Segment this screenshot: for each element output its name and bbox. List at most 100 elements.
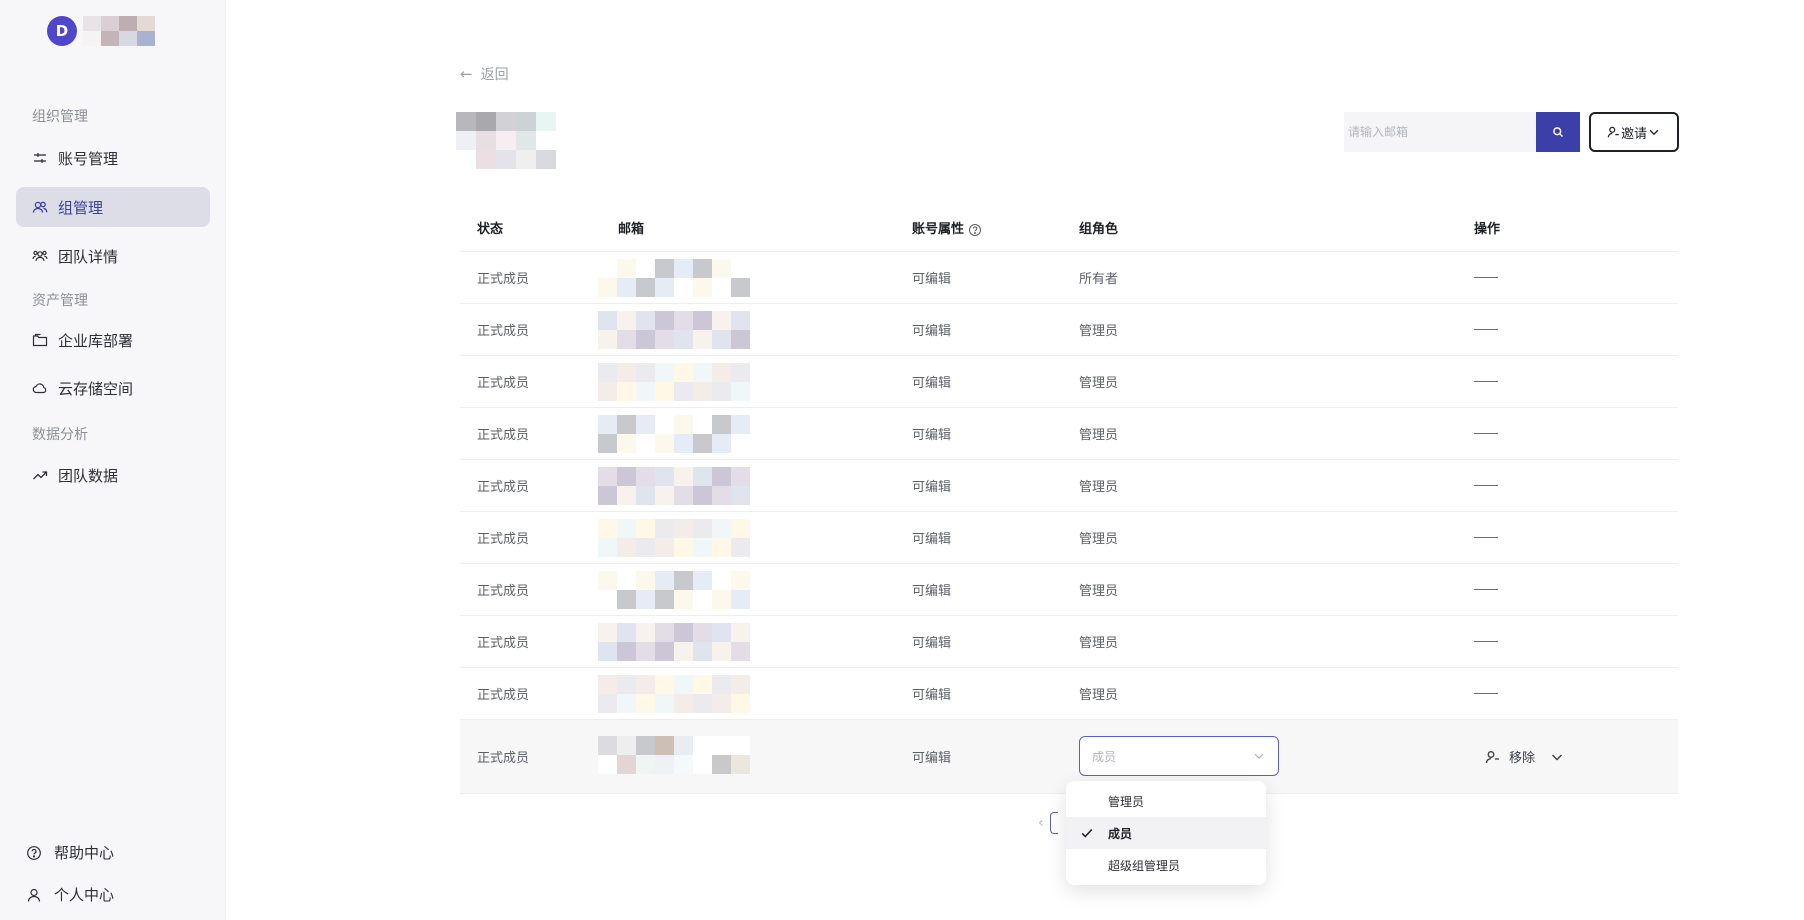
attr-cell: 可编辑 [912,751,952,766]
attr-cell: 可编辑 [912,636,952,651]
back-link[interactable]: ← 返回 [460,64,509,84]
col-operation: 操作 [1474,222,1501,237]
group-label-assets: 资产管理 [32,293,88,309]
personal-center-label: 个人中心 [54,886,115,904]
sidebar-item-groups[interactable]: 组管理 [16,187,210,227]
users-icon [32,199,48,215]
operation-empty [1474,537,1498,538]
status-cell: 正式成员 [477,480,530,495]
sidebar-item-team-detail[interactable]: 团队详情 [16,236,210,276]
table-row[interactable]: 正式成员 可编辑 管理员 [460,408,1678,460]
help-center-label: 帮助中心 [54,844,115,862]
col-role: 组角色 [1079,222,1119,237]
table-row[interactable]: 正式成员 可编辑 管理员 [460,564,1678,616]
table-row[interactable]: 正式成员 可编辑 管理员 [460,304,1678,356]
chevron-down-icon [1254,753,1264,760]
col-status: 状态 [477,222,504,237]
group-label-org: 组织管理 [32,109,88,125]
invite-label: 邀请 [1620,126,1647,142]
remove-user-icon [1485,750,1499,763]
table-header: 状态 邮箱 账号属性 组角色 操作 [460,204,1678,252]
operation-empty [1474,329,1498,330]
attr-cell: 可编辑 [912,480,952,495]
email-redacted [598,616,818,667]
sidebar-item-cloud-storage[interactable]: 云存储空间 [16,368,210,408]
email-redacted [598,564,818,615]
status-cell: 正式成员 [477,688,530,703]
role-cell: 管理员 [1079,532,1119,547]
role-cell: 所有者 [1079,272,1119,287]
prev-page-icon[interactable]: ‹ [1038,815,1044,831]
role-cell: 管理员 [1079,376,1119,391]
personal-center-link[interactable]: 个人中心 [26,884,114,905]
chevron-down-icon [1552,754,1563,760]
status-cell: 正式成员 [477,324,530,339]
status-cell: 正式成员 [477,532,530,547]
avatar[interactable]: D [47,16,77,46]
role-cell: 管理员 [1079,428,1119,443]
email-search-field[interactable] [1344,112,1536,152]
attr-cell: 可编辑 [912,428,952,443]
cloud-icon [32,380,48,396]
col-attr-label: 账号属性 [912,222,965,237]
email-redacted [598,304,818,355]
back-label: 返回 [480,67,509,83]
role-option-admin[interactable]: 管理员 [1066,785,1266,817]
table-row[interactable]: 正式成员 可编辑 管理员 [460,460,1678,512]
role-cell: 管理员 [1079,688,1119,703]
pagination: ‹ [1038,812,1058,834]
email-redacted [598,512,818,563]
search-button[interactable] [1536,112,1580,152]
sidebar-item-enterprise-lib[interactable]: 企业库部署 [16,320,210,360]
role-cell: 管理员 [1079,584,1119,599]
help-icon[interactable] [968,223,982,237]
status-cell: 正式成员 [477,636,530,651]
col-attr: 账号属性 [912,218,982,237]
email-redacted [598,668,818,719]
sidebar-item-accounts[interactable]: 账号管理 [16,138,210,178]
email-redacted [598,720,818,793]
attr-cell: 可编辑 [912,324,952,339]
attr-cell: 可编辑 [912,376,952,391]
help-center-link[interactable]: 帮助中心 [26,842,114,863]
sidebar-item-team-data[interactable]: 团队数据 [16,455,210,495]
team-brand[interactable]: D [47,16,155,46]
operation-empty [1474,589,1498,590]
option-label: 成员 [1108,826,1133,841]
attr-cell: 可编辑 [912,584,952,599]
role-select[interactable]: 成员 [1079,736,1279,776]
sidebar-item-label: 云存储空间 [58,379,134,398]
add-user-icon [1607,126,1619,138]
search-input[interactable] [1348,125,1536,139]
email-redacted [598,356,818,407]
operation-empty [1474,485,1498,486]
help-icon [26,845,42,861]
remove-member-button[interactable]: 移除 [1485,747,1573,766]
trend-icon [32,467,48,483]
invite-button[interactable]: 邀请 [1589,112,1679,152]
remove-label: 移除 [1509,751,1536,766]
role-option-super-admin[interactable]: 超级组管理员 [1066,849,1266,881]
group-label-analytics: 数据分析 [32,427,88,443]
members-table: 状态 邮箱 账号属性 组角色 操作 正式成员 可编辑 所有者 正式成员 可编辑 管理员 正式… [460,204,1678,794]
chevron-down-icon [1649,129,1659,136]
sidebar-item-label: 团队数据 [58,466,119,485]
team-icon [32,248,48,264]
page-current[interactable] [1049,812,1058,834]
role-option-member[interactable]: 成员 [1066,817,1266,849]
option-label: 超级组管理员 [1108,858,1181,873]
table-row[interactable]: 正式成员 可编辑 管理员 [460,616,1678,668]
operation-empty [1474,381,1498,382]
email-redacted [598,408,818,459]
status-cell: 正式成员 [477,272,530,287]
search-icon [1553,127,1564,138]
table-row[interactable]: 正式成员 可编辑 所有者 [460,252,1678,304]
table-row[interactable]: 正式成员 可编辑 管理员 [460,668,1678,720]
status-cell: 正式成员 [477,751,530,766]
role-cell: 管理员 [1079,636,1119,651]
sidebar-item-label: 组管理 [58,198,104,217]
option-label: 管理员 [1108,794,1145,809]
operation-empty [1474,433,1498,434]
table-row[interactable]: 正式成员 可编辑 管理员 [460,512,1678,564]
table-row[interactable]: 正式成员 可编辑 管理员 [460,356,1678,408]
